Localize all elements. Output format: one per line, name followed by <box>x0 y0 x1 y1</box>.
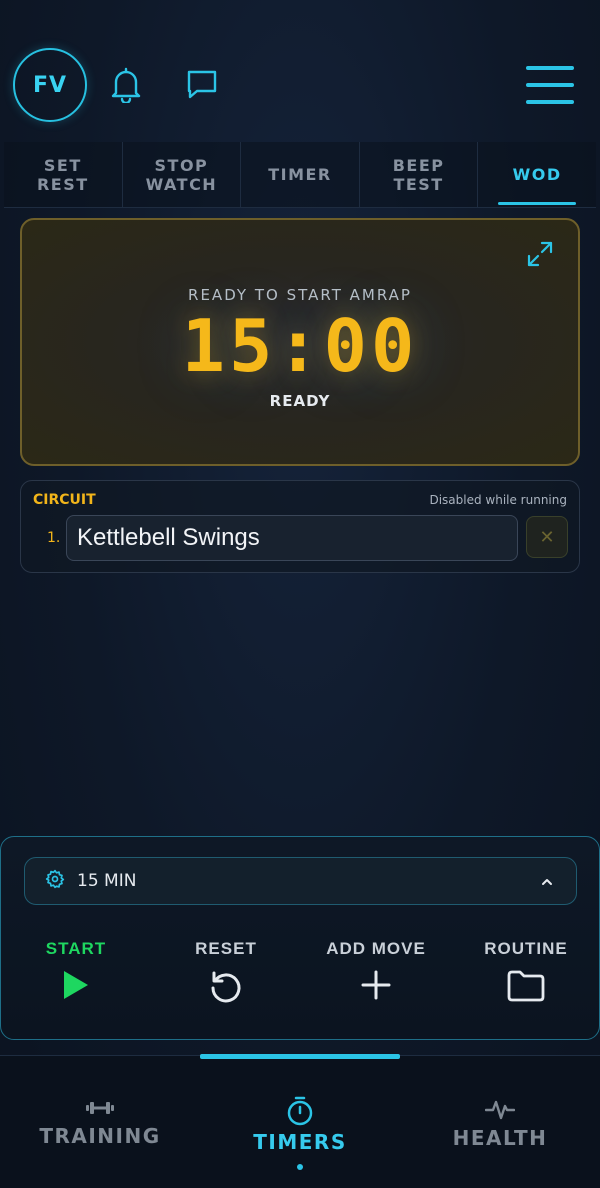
plus-icon <box>361 970 391 1000</box>
heartbeat-icon <box>485 1100 515 1120</box>
chevron-up-icon <box>540 874 554 893</box>
circuit-note: Disabled while running <box>429 493 567 507</box>
routine-button[interactable]: ROUTINE <box>451 939 600 1005</box>
nav-health-label: HEALTH <box>452 1126 548 1150</box>
tab-set-rest[interactable]: SET REST <box>4 142 123 207</box>
duration-selector[interactable]: 15 MIN <box>24 857 577 905</box>
timer-state: READY <box>269 392 331 410</box>
active-nav-dot <box>297 1164 303 1170</box>
reset-button[interactable]: RESET <box>151 939 301 1005</box>
stopwatch-icon <box>287 1096 313 1126</box>
nav-timers-label: TIMERS <box>253 1130 347 1154</box>
timer-subtitle: READY TO START AMRAP <box>188 286 412 304</box>
timer-display-card: READY TO START AMRAP 15:00 READY <box>20 218 580 466</box>
circuit-title: CIRCUIT <box>33 492 96 508</box>
reset-label: RESET <box>195 939 257 958</box>
start-label: START <box>45 939 107 958</box>
duration-label: 15 MIN <box>77 871 137 891</box>
tab-wod[interactable]: WOD <box>478 142 596 207</box>
hamburger-menu-icon[interactable] <box>526 66 574 104</box>
start-button[interactable]: START <box>1 939 151 1005</box>
reset-icon <box>211 971 241 1003</box>
move-number: 1. <box>47 530 61 546</box>
nav-timers[interactable]: TIMERS <box>200 1056 400 1188</box>
expand-icon[interactable] <box>526 240 554 268</box>
timer-value: 15:00 <box>181 304 419 388</box>
bell-icon[interactable] <box>106 64 146 104</box>
folder-icon <box>507 970 545 1002</box>
action-buttons: START RESET ADD MOVE ROUTINE <box>1 939 600 1005</box>
nav-health[interactable]: HEALTH <box>400 1056 600 1188</box>
tab-stopwatch[interactable]: STOP WATCH <box>123 142 242 207</box>
dumbbell-icon <box>86 1102 114 1114</box>
add-move-label: ADD MOVE <box>326 939 426 958</box>
remove-move-button[interactable]: ✕ <box>526 516 568 558</box>
avatar[interactable]: FV <box>13 48 87 122</box>
active-tab-indicator <box>200 1054 400 1059</box>
controls-panel: 15 MIN START RESET ADD MOVE ROUTINE <box>0 836 600 1040</box>
add-move-button[interactable]: ADD MOVE <box>301 939 451 1005</box>
close-icon: ✕ <box>539 526 555 548</box>
app-header: FV <box>0 0 600 140</box>
tab-timer[interactable]: TIMER <box>241 142 360 207</box>
move-name-input[interactable]: Kettlebell Swings <box>66 515 518 561</box>
gear-icon <box>45 869 65 893</box>
routine-label: ROUTINE <box>484 939 568 958</box>
tab-beep-test[interactable]: BEEP TEST <box>360 142 479 207</box>
nav-training-label: TRAINING <box>39 1124 161 1148</box>
play-icon <box>64 971 88 999</box>
timer-mode-tabs: SET REST STOP WATCH TIMER BEEP TEST WOD <box>4 142 596 208</box>
chat-icon[interactable] <box>182 64 222 104</box>
bottom-navigation: TRAINING TIMERS HEALTH <box>0 1054 600 1188</box>
circuit-panel: CIRCUIT Disabled while running 1. Kettle… <box>20 480 580 573</box>
nav-training[interactable]: TRAINING <box>0 1056 200 1188</box>
